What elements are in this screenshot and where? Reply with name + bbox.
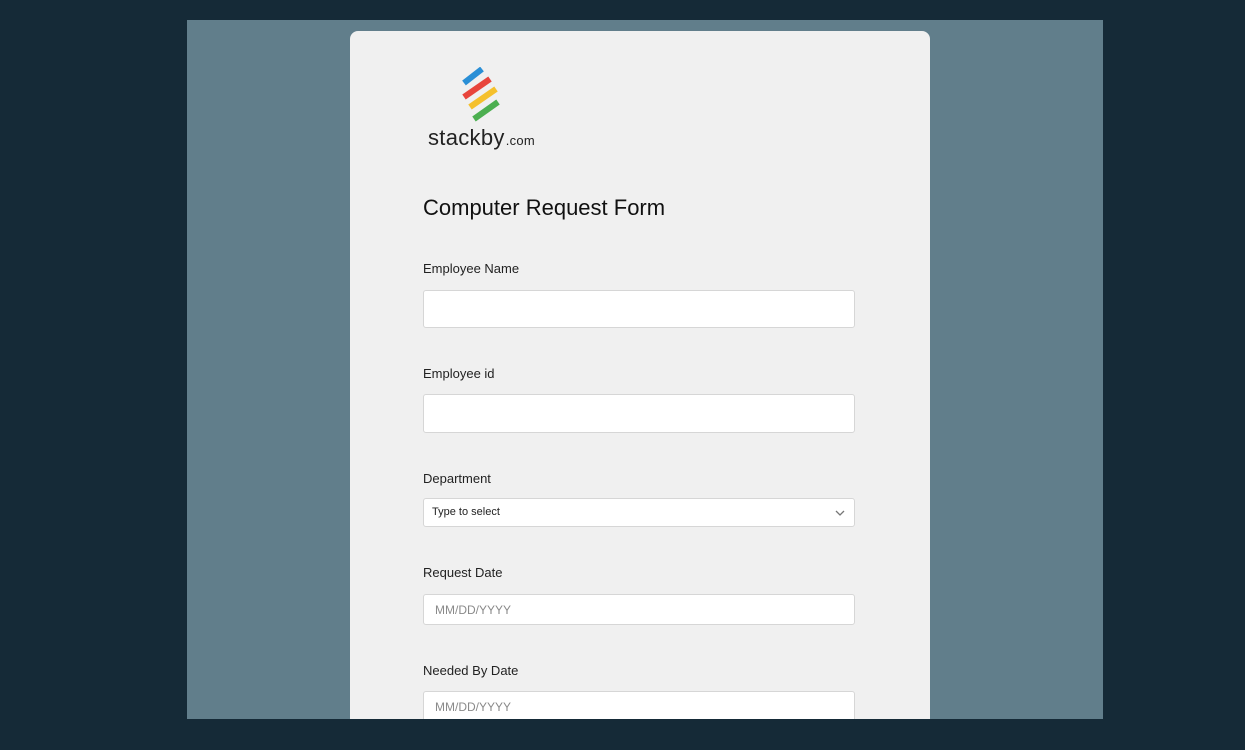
- employee-name-label: Employee Name: [423, 261, 520, 276]
- logo-wordmark: stackby.com: [428, 125, 535, 151]
- employee-id-input[interactable]: [423, 394, 855, 433]
- chevron-down-icon: [835, 510, 845, 516]
- department-select[interactable]: Type to select: [423, 498, 855, 527]
- needed-by-date-label: Needed By Date: [423, 663, 519, 678]
- department-select-value: Type to select: [432, 506, 500, 518]
- logo-tld: .com: [505, 133, 536, 148]
- logo-stripe-blue: [462, 67, 484, 86]
- form-title: Computer Request Form: [423, 195, 666, 220]
- form-page-viewport[interactable]: stackby.com Computer Request Form Employ…: [187, 20, 1103, 719]
- stackby-logo-icon: [462, 67, 500, 122]
- stackby-logo: stackby.com: [428, 67, 548, 157]
- department-label: Department: [423, 471, 491, 486]
- employee-id-label: Employee id: [423, 366, 495, 381]
- logo-name: stackby: [428, 125, 505, 150]
- request-date-input[interactable]: [423, 594, 855, 625]
- employee-name-input[interactable]: [423, 290, 855, 328]
- form-card: stackby.com Computer Request Form Employ…: [350, 31, 930, 719]
- request-date-label: Request Date: [423, 565, 503, 580]
- needed-by-date-input[interactable]: [423, 691, 855, 719]
